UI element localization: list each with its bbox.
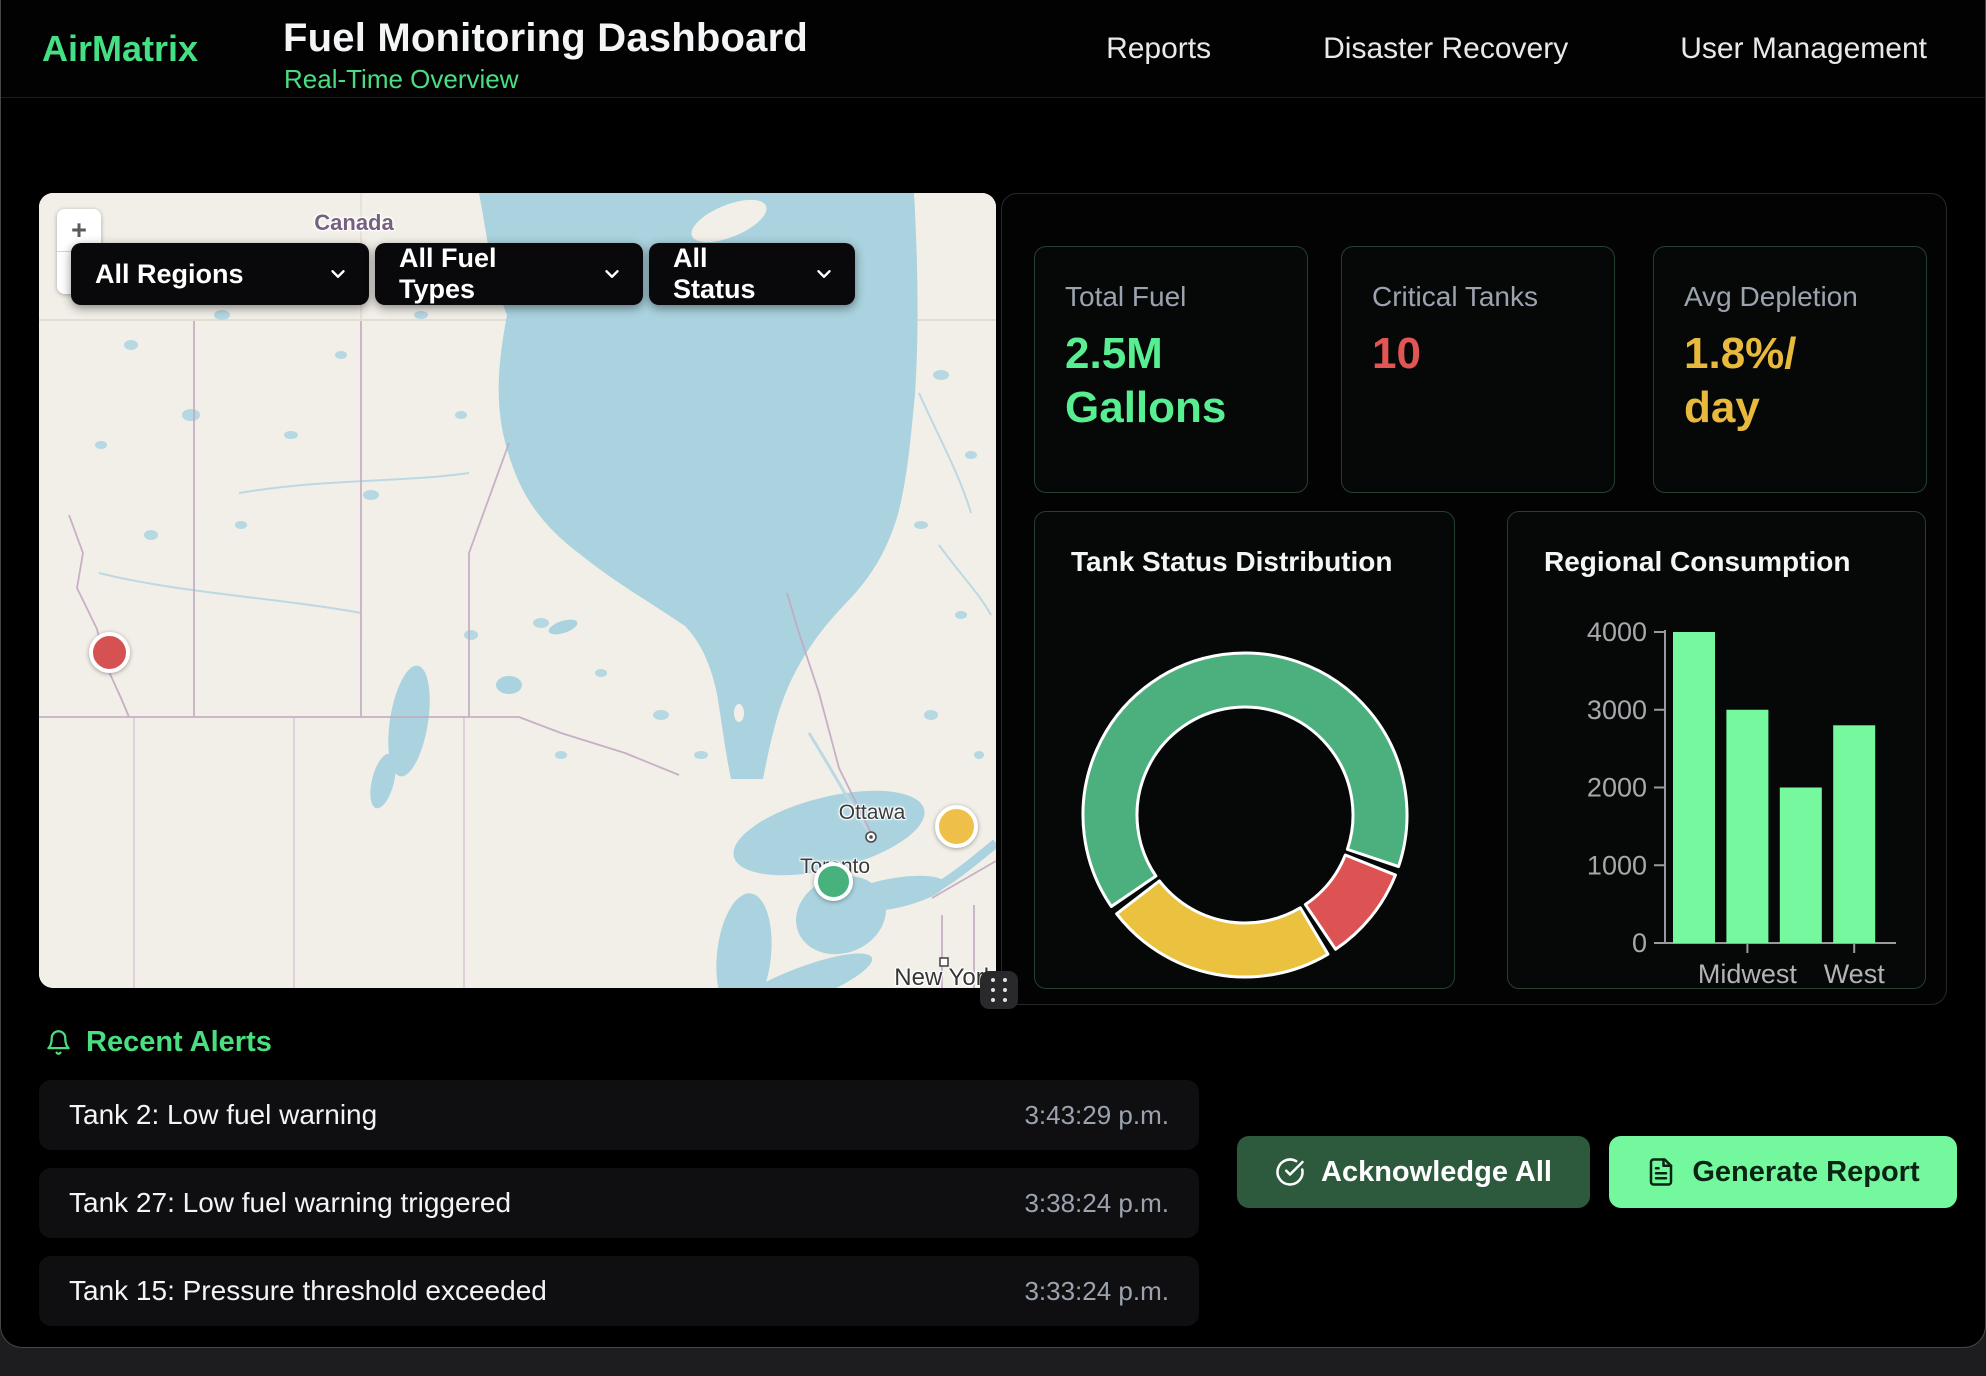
regional-consumption-card: Regional Consumption 0 1000 2000 3000 4000 Mi… — [1507, 511, 1926, 989]
generate-report-label: Generate Report — [1692, 1156, 1919, 1189]
svg-text:0: 0 — [1632, 928, 1647, 958]
alert-timestamp: 3:38:24 p.m. — [1024, 1188, 1169, 1219]
svg-text:Midwest: Midwest — [1698, 959, 1798, 989]
regional-consumption-bar-chart: 0 1000 2000 3000 4000 Midwest West — [1508, 512, 1926, 989]
stat-card-total-fuel: Total Fuel 2.5MGallons — [1034, 246, 1308, 493]
page-title: Fuel Monitoring Dashboard — [283, 16, 808, 61]
generate-report-button[interactable]: Generate Report — [1609, 1136, 1957, 1208]
top-nav: Reports Disaster Recovery User Managemen… — [1106, 0, 1927, 97]
stat-value: 10 — [1372, 327, 1584, 381]
filter-fuel-types-select[interactable]: All Fuel Types — [375, 243, 643, 305]
svg-text:2000: 2000 — [1587, 773, 1647, 803]
map[interactable]: + − All Regions All Fuel Types All Statu… — [39, 193, 996, 988]
stat-label: Avg Depletion — [1684, 281, 1896, 313]
alert-timestamp: 3:43:29 p.m. — [1024, 1100, 1169, 1131]
resize-drag-handle-icon[interactable] — [980, 971, 1018, 1009]
map-label-ottawa: Ottawa — [839, 801, 906, 825]
nav-user-management[interactable]: User Management — [1680, 32, 1927, 66]
svg-text:West: West — [1824, 959, 1886, 989]
svg-text:4000: 4000 — [1587, 617, 1647, 647]
nav-disaster-recovery[interactable]: Disaster Recovery — [1323, 32, 1568, 66]
alert-message: Tank 2: Low fuel warning — [69, 1099, 377, 1131]
stat-value: 1.8%/day — [1684, 327, 1896, 434]
chart-title: Regional Consumption — [1544, 546, 1850, 578]
tank-status-card: Tank Status Distribution — [1034, 511, 1455, 989]
tank-status-donut-chart — [1035, 512, 1455, 989]
page-subtitle: Real-Time Overview — [284, 64, 519, 95]
chevron-down-icon — [327, 263, 349, 285]
acknowledge-all-button[interactable]: Acknowledge All — [1237, 1136, 1590, 1208]
stat-card-avg-depletion: Avg Depletion 1.8%/day — [1653, 246, 1927, 493]
stat-label: Critical Tanks — [1372, 281, 1584, 313]
stat-value: 2.5MGallons — [1065, 327, 1277, 434]
alert-row: Tank 2: Low fuel warning 3:43:29 p.m. — [39, 1080, 1199, 1150]
file-text-icon — [1646, 1157, 1676, 1187]
tank-marker-warning[interactable] — [935, 805, 978, 848]
alert-message: Tank 15: Pressure threshold exceeded — [69, 1275, 547, 1307]
bell-icon — [45, 1029, 72, 1056]
alert-row: Tank 27: Low fuel warning triggered 3:38… — [39, 1168, 1199, 1238]
alert-timestamp: 3:33:24 p.m. — [1024, 1276, 1169, 1307]
chevron-down-icon — [601, 263, 623, 285]
alert-message: Tank 27: Low fuel warning triggered — [69, 1187, 511, 1219]
filter-status-select[interactable]: All Status — [649, 243, 855, 305]
stat-label: Total Fuel — [1065, 281, 1277, 313]
app-window: AirMatrix Fuel Monitoring Dashboard Real… — [0, 0, 1986, 1348]
acknowledge-all-label: Acknowledge All — [1321, 1156, 1552, 1189]
tank-marker-critical[interactable] — [89, 632, 130, 673]
filter-regions-value: All Regions — [95, 259, 244, 290]
recent-alerts-header: Recent Alerts — [45, 1026, 272, 1059]
check-circle-icon — [1275, 1157, 1305, 1187]
nav-reports[interactable]: Reports — [1106, 32, 1211, 66]
filter-regions-select[interactable]: All Regions — [71, 243, 369, 305]
svg-text:3000: 3000 — [1587, 695, 1647, 725]
svg-text:1000: 1000 — [1587, 850, 1647, 880]
filter-status-value: All Status — [673, 243, 787, 305]
map-label-canada: Canada — [314, 210, 393, 236]
filter-fuel-types-value: All Fuel Types — [399, 243, 575, 305]
dashboard-panel: Total Fuel 2.5MGallons Critical Tanks 10… — [1001, 193, 1947, 1005]
tank-marker-normal[interactable] — [814, 862, 853, 901]
chevron-down-icon — [813, 263, 835, 285]
brand-logo: AirMatrix — [42, 0, 198, 97]
recent-alerts-title: Recent Alerts — [86, 1026, 272, 1059]
alert-row: Tank 15: Pressure threshold exceeded 3:3… — [39, 1256, 1199, 1326]
header: AirMatrix Fuel Monitoring Dashboard Real… — [1, 0, 1985, 98]
stat-card-critical-tanks: Critical Tanks 10 — [1341, 246, 1615, 493]
chart-title: Tank Status Distribution — [1071, 546, 1393, 578]
map-filters: All Regions All Fuel Types All Status — [71, 243, 855, 305]
